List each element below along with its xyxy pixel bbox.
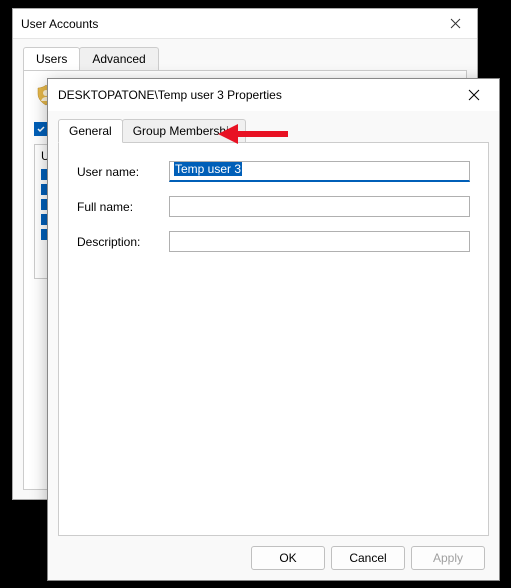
titlebar: DESKTOPATONE\Temp user 3 Properties bbox=[48, 79, 499, 111]
tab-strip: General Group Membership bbox=[58, 119, 489, 143]
user-properties-window: DESKTOPATONE\Temp user 3 Properties Gene… bbox=[47, 78, 500, 581]
username-input[interactable]: Temp user 3 bbox=[169, 161, 470, 182]
description-input[interactable] bbox=[169, 231, 470, 252]
dialog-buttons: OK Cancel Apply bbox=[58, 536, 489, 580]
titlebar: User Accounts bbox=[13, 9, 477, 39]
tab-general[interactable]: General bbox=[58, 119, 123, 143]
tab-users[interactable]: Users bbox=[23, 47, 80, 70]
cancel-button[interactable]: Cancel bbox=[331, 546, 405, 570]
tab-group-membership[interactable]: Group Membership bbox=[122, 119, 247, 142]
fullname-label: Full name: bbox=[77, 200, 169, 214]
close-button[interactable] bbox=[457, 82, 491, 108]
window-body: General Group Membership User name: Temp… bbox=[48, 111, 499, 580]
fullname-row: Full name: bbox=[77, 196, 470, 217]
close-icon bbox=[450, 18, 461, 29]
fullname-input[interactable] bbox=[169, 196, 470, 217]
tab-advanced[interactable]: Advanced bbox=[79, 47, 158, 70]
ok-button[interactable]: OK bbox=[251, 546, 325, 570]
tab-panel-general: User name: Temp user 3 Full name: Descri… bbox=[58, 143, 489, 536]
apply-button[interactable]: Apply bbox=[411, 546, 485, 570]
username-row: User name: Temp user 3 bbox=[77, 161, 470, 182]
username-label: User name: bbox=[77, 165, 169, 179]
description-label: Description: bbox=[77, 235, 169, 249]
description-row: Description: bbox=[77, 231, 470, 252]
checkbox-icon bbox=[34, 122, 48, 136]
window-title: User Accounts bbox=[21, 17, 441, 31]
close-button[interactable] bbox=[441, 13, 469, 35]
close-icon bbox=[468, 89, 480, 101]
window-title: DESKTOPATONE\Temp user 3 Properties bbox=[58, 88, 457, 102]
tab-strip: Users Advanced bbox=[23, 47, 467, 71]
